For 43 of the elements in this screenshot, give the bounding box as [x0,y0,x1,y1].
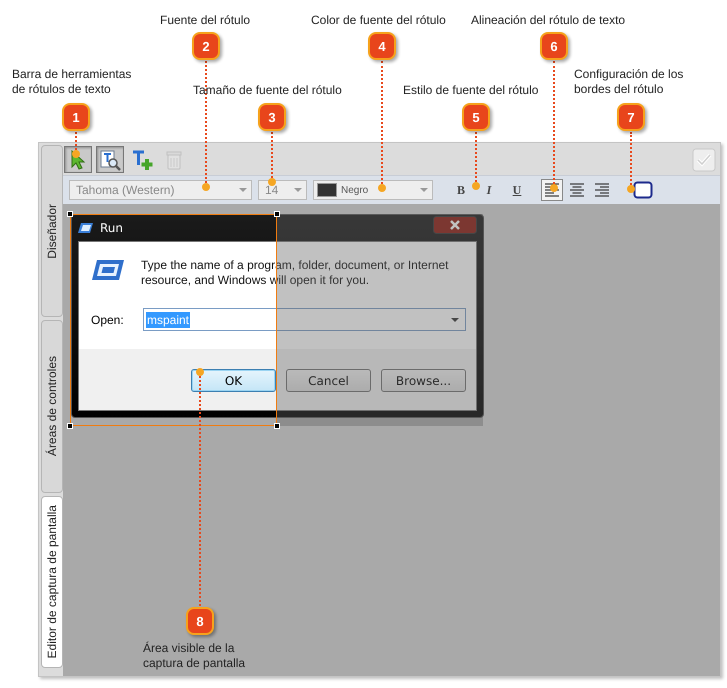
side-tab[interactable]: Editor de captura de pantalla [41,496,63,668]
dialog-button[interactable]: Browse... [381,369,466,392]
callout-label: Fuente del rótulo [160,13,250,28]
callout-label: Estilo de fuente del rótulo [403,83,538,98]
dialog-button[interactable]: Cancel [286,369,371,392]
open-label: Open: [91,312,125,326]
resize-handle[interactable] [67,423,73,429]
callout-label: Barra de herramientas de rótulos de texto [12,67,132,97]
font-color-dropdown[interactable]: Negro [313,180,433,200]
close-icon[interactable] [433,216,477,234]
check-icon[interactable] [692,148,716,172]
callout-number: 5 [462,103,490,131]
callout-label: Alineación del rótulo de texto [471,13,626,28]
callout-number: 8 [186,607,214,635]
callout-label: Área visible de la captura de pantalla [143,641,246,671]
underline-button[interactable]: U [507,180,527,200]
run-icon [91,258,125,282]
text-plus-icon [131,148,153,170]
run-icon [78,222,94,234]
pointer-tool-button[interactable] [64,146,92,173]
trash-icon [165,150,183,170]
border-icon[interactable] [633,181,653,199]
callout-number: 6 [540,32,568,60]
callout-number: 3 [258,103,286,131]
resize-handle[interactable] [274,211,280,217]
callout-number: 2 [192,32,220,60]
magnifier-icon [99,148,121,170]
callout-number: 7 [617,103,645,131]
bold-button[interactable]: B [451,180,471,200]
resize-handle[interactable] [274,423,280,429]
side-tab[interactable]: Diseñador [41,145,63,318]
italic-button[interactable]: I [479,180,499,200]
callout-number: 4 [368,32,396,60]
dialog-button[interactable]: OK [191,369,276,392]
zoom-tool-button[interactable] [96,146,124,173]
callout-number: 1 [62,103,90,131]
resize-handle[interactable] [67,211,73,217]
dialog-title: Run [100,221,124,235]
callout-label: Color de fuente del rótulo [311,13,446,28]
align-left-button[interactable] [541,179,563,201]
callout-label: Configuración de los bordes del rótulo [574,67,684,97]
callout-label: Tamaño de fuente del rótulo [193,83,342,98]
side-tab[interactable]: Áreas de controles [41,320,63,493]
